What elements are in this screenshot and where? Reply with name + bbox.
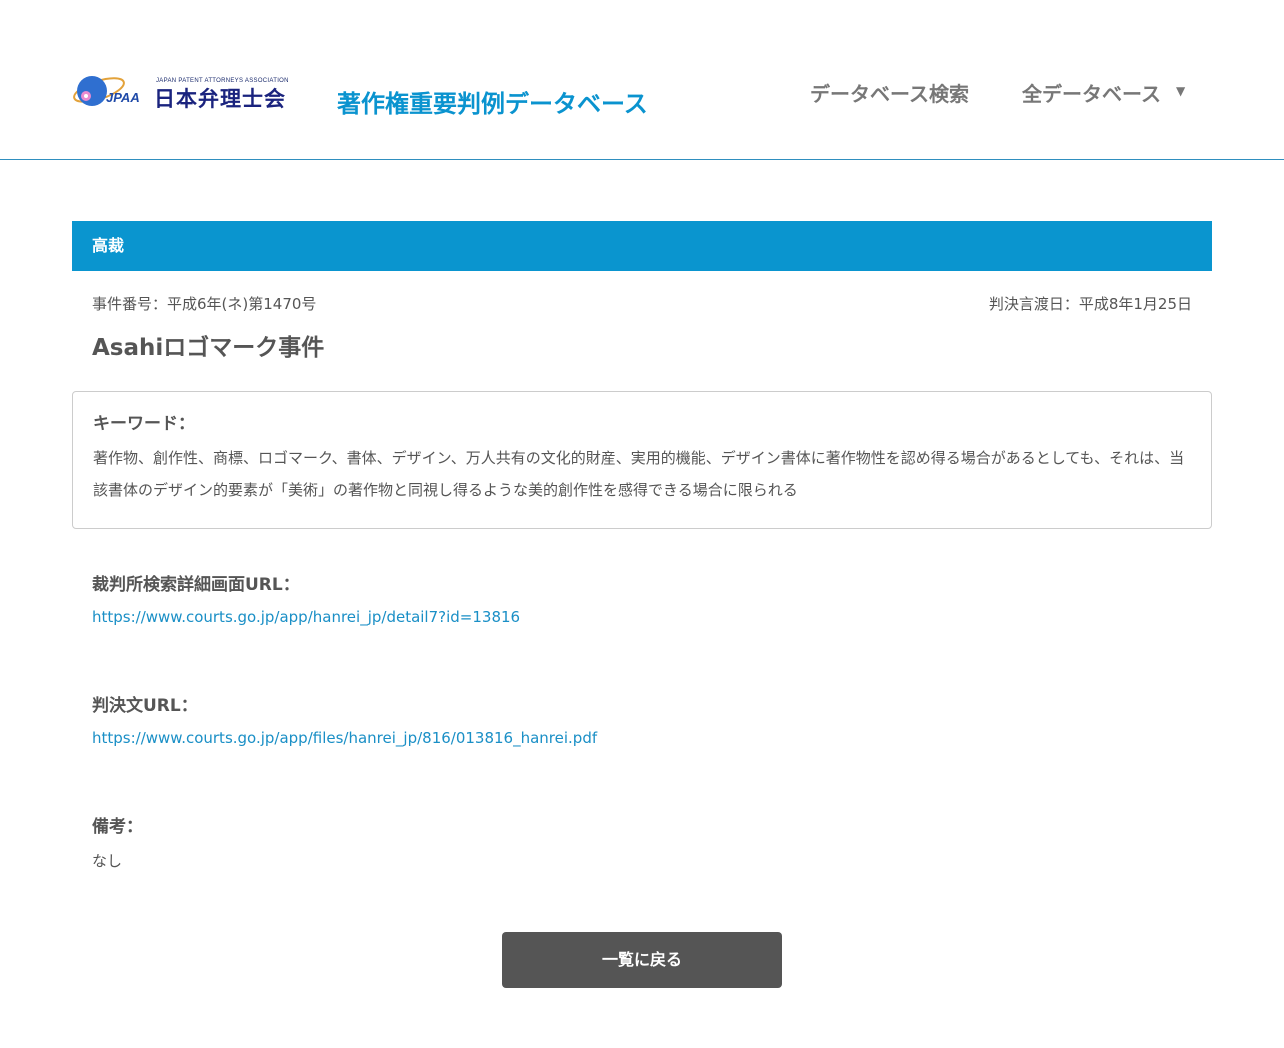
judgment-date: 判決言渡日：平成8年1月25日 bbox=[988, 295, 1192, 313]
back-to-list-button[interactable]: 一覧に戻る bbox=[502, 932, 782, 988]
logo-mark-text: JPAA bbox=[106, 90, 140, 105]
remarks-text: なし bbox=[92, 852, 123, 870]
keywords-text: 著作物、創作性、商標、ロゴマーク、書体、デザイン、万人共有の文化的財産、実用的機… bbox=[93, 449, 1185, 499]
court-banner: 高裁 bbox=[72, 221, 1212, 271]
court-url-link[interactable]: https://www.courts.go.jp/app/hanrei_jp/d… bbox=[92, 608, 520, 626]
caret-down-icon[interactable]: ▼ bbox=[1176, 84, 1185, 98]
keywords-label: キーワード： bbox=[93, 414, 195, 434]
judgment-url-link[interactable]: https://www.courts.go.jp/app/files/hanre… bbox=[92, 729, 597, 747]
site-header: JAPAN PATENT ATTORNEYS ASSOCIATION JPAA … bbox=[0, 0, 1284, 160]
case-number: 事件番号：平成6年(ネ)第1470号 bbox=[92, 295, 317, 313]
case-title: Asahiロゴマーク事件 bbox=[92, 335, 325, 361]
logo-org-name: 日本弁理士会 bbox=[154, 87, 286, 111]
site-title[interactable]: 著作権重要判例データベース bbox=[337, 84, 648, 119]
nav-all-databases[interactable]: 全データベース bbox=[1022, 78, 1161, 107]
remarks-label: 備考： bbox=[92, 817, 143, 837]
judgment-url-label: 判決文URL： bbox=[92, 696, 198, 716]
jpaa-logo[interactable]: JAPAN PATENT ATTORNEYS ASSOCIATION JPAA … bbox=[72, 70, 294, 111]
court-url-label: 裁判所検索詳細画面URL： bbox=[92, 575, 300, 595]
keywords-panel: キーワード： 著作物、創作性、商標、ロゴマーク、書体、デザイン、万人共有の文化的… bbox=[72, 391, 1212, 529]
nav-database-search[interactable]: データベース検索 bbox=[810, 78, 969, 107]
